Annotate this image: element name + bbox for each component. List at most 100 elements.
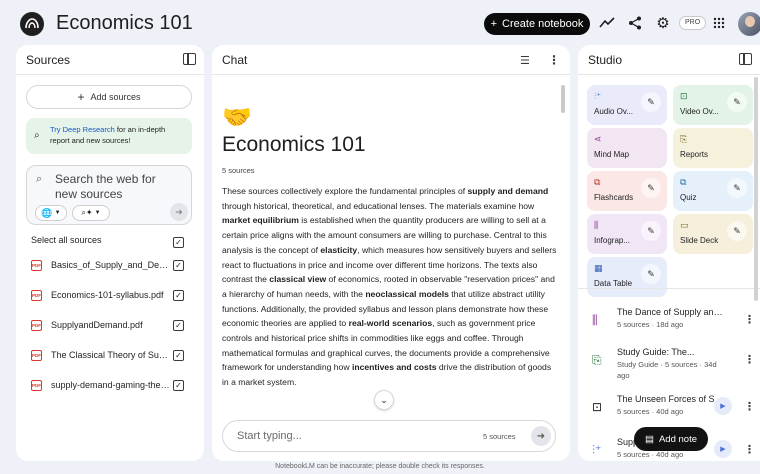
source-item[interactable]: PDF The Classical Theory of Supply and De… [31, 348, 191, 364]
studio-tile-label: Reports [680, 150, 709, 159]
arrow-right-icon: ➜ [175, 206, 183, 217]
web-search-box[interactable]: ⌕ Search the web for new sources 🌐 ▼ ⌕✦ ▼ … [26, 165, 192, 225]
source-item[interactable]: PDF supply-demand-gaming-theory.pdf✓ [31, 378, 191, 394]
source-name[interactable]: The Classical Theory of Supply and Deman… [51, 350, 171, 360]
chevron-down-icon: ⌄ [380, 394, 388, 405]
chat-header: Chat [212, 45, 570, 75]
chat-source-count: 5 sources [222, 166, 255, 175]
notebooklm-logo-icon[interactable] [20, 12, 44, 36]
deep-research-banner[interactable]: ⌕ Try Deep Research for an in-depth repo… [26, 118, 192, 154]
summary-keyword: neoclassical models [365, 288, 449, 299]
more-vert-icon[interactable]: ⋮ [744, 400, 755, 413]
summary-keyword: elasticity [320, 244, 358, 255]
data-table-icon: ▦ [594, 263, 603, 273]
source-checkbox[interactable]: ✓ [173, 320, 184, 331]
studio-note-item[interactable]: ⎘ Study Guide: The... Study Guide · 5 sour… [590, 343, 755, 383]
collapse-panel-icon[interactable] [183, 53, 196, 65]
play-icon[interactable]: ▶ [714, 397, 732, 415]
summary-text: through historical, theoretical, and edu… [222, 200, 535, 211]
source-name[interactable]: SupplyandDemand.pdf [51, 320, 171, 330]
web-source-dropdown[interactable]: 🌐 ▼ [35, 205, 67, 221]
pdf-icon: PDF [31, 260, 42, 271]
submit-search-button[interactable]: ➜ [170, 203, 188, 221]
studio-tile-label: Mind Map [594, 150, 630, 159]
more-vert-icon[interactable]: ⋮ [744, 353, 755, 366]
studio-tile[interactable]: ⎘ Reports [673, 128, 753, 168]
share-icon[interactable] [626, 14, 644, 32]
deep-research-link[interactable]: Try Deep Research [50, 125, 115, 134]
research-mode-dropdown[interactable]: ⌕✦ ▼ [72, 205, 110, 221]
edit-pencil-icon[interactable]: ✎ [727, 221, 747, 241]
more-vert-icon[interactable]: ⋮ [744, 313, 755, 326]
studio-note-item[interactable]: ⫼ The Dance of Supply and Demand 5 sources… [590, 303, 755, 343]
pdf-icon: PDF [31, 380, 42, 391]
studio-tile[interactable]: ⊡ Video Ov... ✎ [673, 85, 753, 125]
edit-pencil-icon[interactable]: ✎ [727, 178, 747, 198]
add-sources-button[interactable]: + Add sources [26, 85, 192, 109]
source-checkbox[interactable]: ✓ [173, 290, 184, 301]
studio-divider [578, 288, 760, 289]
studio-tile[interactable]: ⫼ Infograp... ✎ [587, 214, 667, 254]
source-name[interactable]: Basics_of_Supply_and_Demand.pdf [51, 260, 171, 270]
edit-pencil-icon[interactable]: ✎ [641, 221, 661, 241]
studio-title: Studio [588, 52, 623, 67]
notebook-title[interactable]: Economics 101 [56, 12, 193, 35]
settings-gear-icon[interactable]: ⚙ [654, 14, 672, 32]
edit-pencil-icon[interactable]: ✎ [641, 178, 661, 198]
create-notebook-button[interactable]: + Create notebook [484, 13, 590, 35]
source-checkbox[interactable]: ✓ [173, 350, 184, 361]
chat-input[interactable]: Start typing... [237, 430, 302, 442]
pdf-icon: PDF [31, 290, 42, 301]
source-checkbox[interactable]: ✓ [173, 260, 184, 271]
source-checkbox[interactable]: ✓ [173, 380, 184, 391]
user-avatar[interactable] [738, 12, 760, 36]
deep-research-icon: ⌕ [34, 130, 40, 141]
edit-pencil-icon[interactable]: ✎ [641, 92, 661, 112]
scroll-down-button[interactable]: ⌄ [374, 390, 394, 410]
studio-tile[interactable]: ▭ Slide Deck ✎ [673, 214, 753, 254]
sources-title: Sources [26, 52, 71, 67]
disclaimer-footer: NotebookLM can be inaccurate; please dou… [275, 463, 485, 470]
edit-pencil-icon[interactable]: ✎ [727, 92, 747, 112]
web-search-input[interactable]: Search the web for new sources [55, 172, 175, 202]
source-item[interactable]: PDF Economics-101-syllabus.pdf ✓ [31, 288, 191, 304]
studio-tile[interactable]: ⫶⁺ Audio Ov... ✎ [587, 85, 667, 125]
studio-tile[interactable]: ⋖ Mind Map [587, 128, 667, 168]
add-note-button[interactable]: ▤ Add note [634, 427, 708, 451]
summary-keyword: incentives and costs [351, 362, 437, 373]
studio-tile-label: Quiz [680, 193, 697, 202]
more-vert-icon[interactable]: ⋮ [548, 53, 560, 67]
studio-panel: Studio ⫶⁺ Audio Ov... ✎ ⊡ Video Ov... ✎ ⋖ Mind … [578, 45, 760, 461]
studio-tile[interactable]: ⧉ Quiz ✎ [673, 171, 753, 211]
summary-keyword: classical view [269, 274, 327, 285]
select-all-checkbox[interactable]: ✓ [173, 237, 184, 248]
source-name[interactable]: Economics-101-syllabus.pdf [51, 290, 171, 300]
studio-tile-label: Video Ov... [680, 107, 719, 116]
studio-note-item[interactable]: ⊡ The Unseen Forces of Supply and Demand 5… [590, 390, 755, 430]
studio-tile[interactable]: ⧉ Flashcards ✎ [587, 171, 667, 211]
apps-grid-icon[interactable] [710, 14, 728, 32]
send-button[interactable]: ➜ [531, 426, 551, 446]
studio-scrollbar[interactable] [754, 77, 758, 301]
studio-tile[interactable]: ▦ Data Table ✎ [587, 257, 667, 297]
sparkle-search-icon: ⌕✦ [81, 208, 93, 217]
source-name[interactable]: supply-demand-gaming-theory.pdf [51, 380, 171, 390]
collapse-panel-icon[interactable] [739, 53, 752, 65]
source-item[interactable]: PDF SupplyandDemand.pdf ✓ [31, 318, 191, 334]
chevron-down-icon: ▼ [54, 210, 61, 216]
source-item[interactable]: PDF Basics_of_Supply_and_Demand.pdf✓ [31, 258, 191, 274]
more-vert-icon[interactable]: ⋮ [744, 443, 755, 456]
select-all-label: Select all sources [31, 235, 102, 245]
globe-icon: 🌐 [41, 207, 53, 218]
summary-keyword: supply and demand [467, 186, 549, 196]
arrow-right-icon: ➜ [536, 430, 546, 442]
analytics-icon[interactable] [598, 14, 616, 32]
edit-pencil-icon[interactable]: ✎ [641, 264, 661, 284]
chat-scrollbar[interactable] [561, 85, 565, 113]
plus-icon: + [490, 18, 498, 30]
tune-icon[interactable]: ☰ [520, 54, 530, 67]
study-guide-icon: ⎘ [592, 353, 602, 367]
chat-input-box[interactable]: Start typing... 5 sources ➜ [222, 420, 556, 452]
play-icon[interactable]: ▶ [714, 440, 732, 458]
studio-tile-label: Flashcards [594, 193, 634, 202]
